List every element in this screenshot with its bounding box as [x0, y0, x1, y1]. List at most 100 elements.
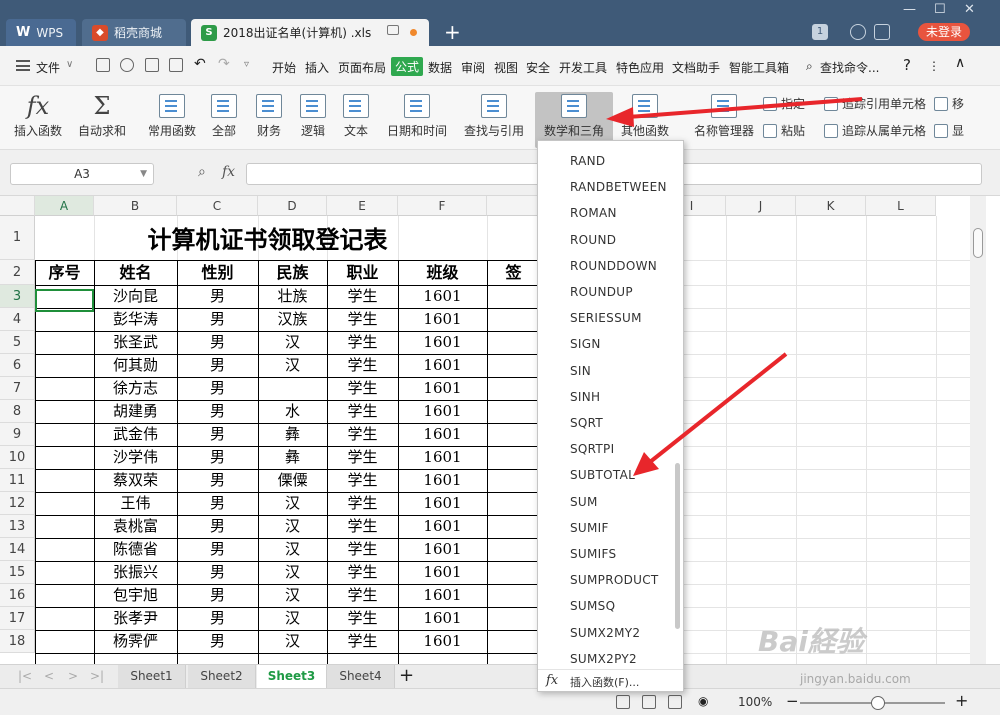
- close-window-icon[interactable]: ✕: [964, 2, 975, 17]
- function-item-roman[interactable]: ROMAN: [570, 206, 617, 220]
- function-item-round[interactable]: ROUND: [570, 233, 616, 247]
- next-sheet-icon[interactable]: >: [68, 669, 78, 683]
- table-cell[interactable]: 学生: [327, 400, 398, 423]
- table-cell[interactable]: 1601: [398, 607, 487, 630]
- table-cell[interactable]: 武金伟: [94, 423, 177, 446]
- prev-sheet-icon[interactable]: <: [44, 669, 54, 683]
- print-preview-icon[interactable]: [169, 58, 183, 72]
- menu-formula[interactable]: 公式: [391, 57, 424, 76]
- column-header-a[interactable]: A: [35, 196, 94, 216]
- table-cell[interactable]: 陈德省: [94, 538, 177, 561]
- search-icon[interactable]: ⌕: [806, 59, 813, 74]
- paste-name-button[interactable]: 粘贴: [763, 122, 805, 139]
- page-break-view-icon[interactable]: [642, 695, 656, 709]
- column-header-j[interactable]: J: [726, 196, 796, 216]
- row-header-11[interactable]: 11: [0, 469, 35, 492]
- function-item-sumifs[interactable]: SUMIFS: [570, 547, 616, 561]
- sheet-tab-2[interactable]: Sheet2: [188, 665, 256, 688]
- row-header-7[interactable]: 7: [0, 377, 35, 400]
- tab-wps-home[interactable]: W WPS: [6, 19, 76, 46]
- header-cell[interactable]: 民族: [258, 260, 327, 285]
- table-cell[interactable]: 1601: [398, 331, 487, 354]
- export-icon[interactable]: [120, 58, 134, 72]
- table-cell[interactable]: 男: [177, 400, 258, 423]
- name-manager-button[interactable]: 名称管理器: [692, 92, 756, 148]
- finance-button[interactable]: 财务: [250, 92, 288, 148]
- first-sheet-icon[interactable]: |<: [18, 669, 32, 683]
- table-cell[interactable]: 沙学伟: [94, 446, 177, 469]
- remove-arrows-button[interactable]: 移: [934, 95, 964, 112]
- page-layout-view-icon[interactable]: [668, 695, 682, 709]
- zoom-in-icon[interactable]: +: [955, 691, 968, 710]
- table-cell[interactable]: 1601: [398, 285, 487, 308]
- trace-dependents-button[interactable]: 追踪从属单元格: [824, 122, 926, 139]
- table-cell[interactable]: 学生: [327, 630, 398, 653]
- column-header-c[interactable]: C: [177, 196, 258, 216]
- search-command[interactable]: 查找命令...: [820, 59, 879, 76]
- header-cell[interactable]: 职业: [327, 260, 398, 285]
- row-header-15[interactable]: 15: [0, 561, 35, 584]
- insert-function-menu-item[interactable]: fx 插入函数(F)...: [538, 669, 683, 691]
- menu-data[interactable]: 数据: [428, 59, 452, 76]
- table-cell[interactable]: 1601: [398, 400, 487, 423]
- row-header-14[interactable]: 14: [0, 538, 35, 561]
- column-header-b[interactable]: B: [94, 196, 177, 216]
- menu-security[interactable]: 安全: [526, 59, 550, 76]
- function-item-sumsq[interactable]: SUMSQ: [570, 599, 615, 613]
- row-header-13[interactable]: 13: [0, 515, 35, 538]
- eye-protection-icon[interactable]: ◉: [698, 694, 708, 708]
- row-header-18[interactable]: 18: [0, 630, 35, 653]
- formula-fx-icon[interactable]: fx: [222, 164, 235, 180]
- menu-review[interactable]: 审阅: [461, 59, 485, 76]
- table-cell[interactable]: 傈僳: [258, 469, 327, 492]
- table-cell[interactable]: 1601: [398, 423, 487, 446]
- maximize-icon[interactable]: ☐: [934, 2, 946, 17]
- function-item-sumif[interactable]: SUMIF: [570, 521, 609, 535]
- table-cell[interactable]: 汉: [258, 492, 327, 515]
- table-cell[interactable]: 胡建勇: [94, 400, 177, 423]
- table-cell[interactable]: 汉: [258, 515, 327, 538]
- scroll-thumb[interactable]: [973, 228, 983, 258]
- table-cell[interactable]: 1601: [398, 630, 487, 653]
- last-sheet-icon[interactable]: >|: [90, 669, 104, 683]
- more-icon[interactable]: ⋮: [928, 59, 940, 73]
- table-cell[interactable]: 1601: [398, 584, 487, 607]
- logic-button[interactable]: 逻辑: [294, 92, 332, 148]
- common-functions-button[interactable]: 常用函数: [140, 92, 204, 148]
- row-header-2[interactable]: 2: [0, 260, 35, 285]
- table-cell[interactable]: 学生: [327, 377, 398, 400]
- table-cell[interactable]: 1601: [398, 561, 487, 584]
- zoom-out-icon[interactable]: −: [786, 692, 799, 710]
- column-header-e[interactable]: E: [327, 196, 398, 216]
- row-header-10[interactable]: 10: [0, 446, 35, 469]
- table-cell[interactable]: 张孝尹: [94, 607, 177, 630]
- chevron-down-icon[interactable]: ▼: [140, 164, 147, 184]
- table-cell[interactable]: 汉: [258, 331, 327, 354]
- table-cell[interactable]: 男: [177, 584, 258, 607]
- table-cell[interactable]: 袁桃富: [94, 515, 177, 538]
- all-functions-button[interactable]: 全部: [205, 92, 243, 148]
- menu-hamburger-icon[interactable]: [16, 60, 30, 71]
- dropdown-scrollbar[interactable]: [675, 463, 680, 629]
- table-cell[interactable]: 学生: [327, 584, 398, 607]
- table-cell[interactable]: 何其勋: [94, 354, 177, 377]
- row-header-17[interactable]: 17: [0, 607, 35, 630]
- column-header-f[interactable]: F: [398, 196, 487, 216]
- table-cell[interactable]: 学生: [327, 607, 398, 630]
- table-cell[interactable]: 1601: [398, 538, 487, 561]
- table-cell[interactable]: 汉: [258, 584, 327, 607]
- function-item-rounddown[interactable]: ROUNDDOWN: [570, 259, 657, 273]
- table-cell[interactable]: 汉: [258, 630, 327, 653]
- header-cell[interactable]: 签: [487, 260, 540, 285]
- column-header-d[interactable]: D: [258, 196, 327, 216]
- collapse-ribbon-icon[interactable]: ∧: [955, 55, 965, 71]
- table-cell[interactable]: 1601: [398, 354, 487, 377]
- table-cell[interactable]: 男: [177, 354, 258, 377]
- print-icon[interactable]: [145, 58, 159, 72]
- function-item-sinh[interactable]: SINH: [570, 390, 600, 404]
- table-cell[interactable]: 沙向昆: [94, 285, 177, 308]
- function-item-rand[interactable]: RAND: [570, 154, 605, 168]
- save-icon[interactable]: [96, 58, 110, 72]
- function-item-sum[interactable]: SUM: [570, 495, 598, 509]
- table-cell[interactable]: 学生: [327, 469, 398, 492]
